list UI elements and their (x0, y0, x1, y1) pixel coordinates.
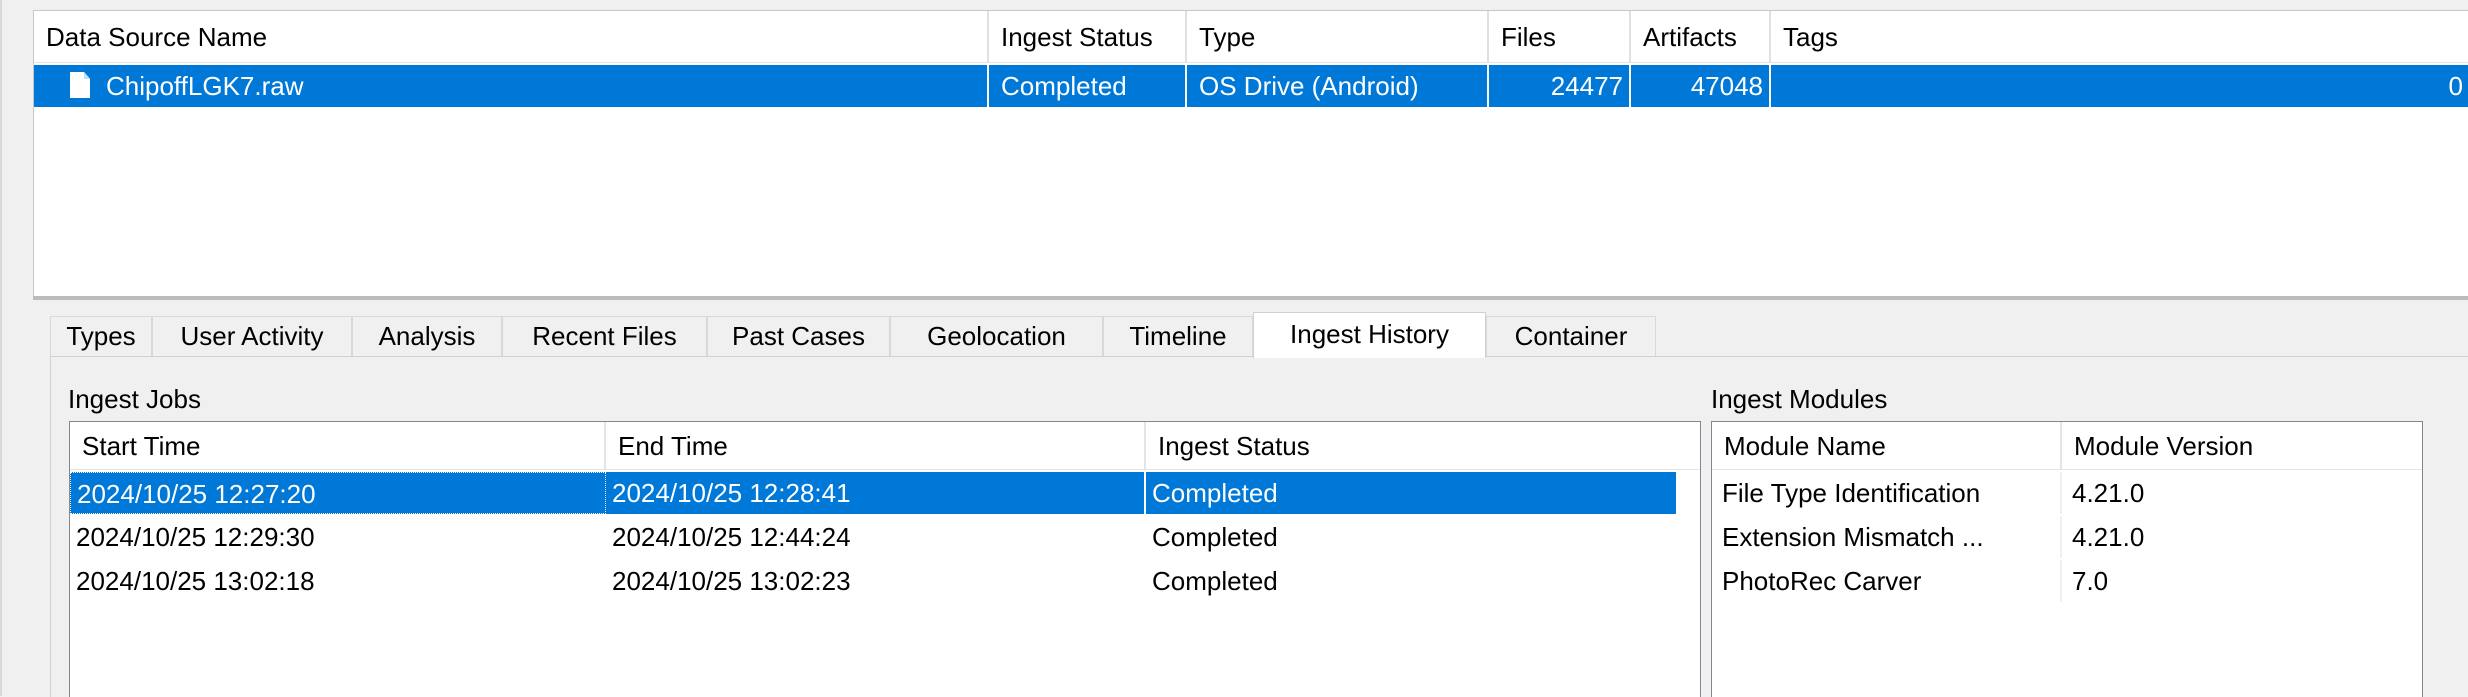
end-time-cell[interactable]: 2024/10/25 13:02:23 (606, 560, 1146, 602)
artifacts-cell[interactable]: 47048 (1631, 65, 1771, 107)
tab-past-cases[interactable]: Past Cases (707, 316, 890, 356)
ingest-jobs-label: Ingest Jobs (68, 384, 201, 414)
splitter[interactable] (33, 296, 2468, 300)
column-header-data-source-name[interactable]: Data Source Name (34, 11, 989, 63)
table-row[interactable]: 2024/10/25 13:02:18 2024/10/25 13:02:23 … (70, 560, 1700, 602)
module-name-cell[interactable]: File Type Identification (1712, 472, 2062, 514)
ingest-jobs-header: Start Time End Time Ingest Status (70, 422, 1700, 470)
column-header-end-time[interactable]: End Time (606, 422, 1146, 470)
column-header-files[interactable]: Files (1489, 11, 1631, 63)
column-header-module-version[interactable]: Module Version (2062, 422, 2422, 470)
tab-analysis[interactable]: Analysis (352, 316, 502, 356)
ingest-modules-header: Module Name Module Version (1712, 422, 2422, 470)
ingest-modules-label: Ingest Modules (1711, 384, 1888, 414)
data-source-table[interactable]: Data Source Name Ingest Status Type File… (33, 10, 2468, 297)
module-version-cell[interactable]: 4.21.0 (2062, 472, 2402, 514)
module-name-cell[interactable]: PhotoRec Carver (1712, 560, 2062, 602)
start-time-cell[interactable]: 2024/10/25 12:27:20 (70, 472, 606, 514)
column-header-module-name[interactable]: Module Name (1712, 422, 2062, 470)
end-time-cell[interactable]: 2024/10/25 12:28:41 (606, 472, 1146, 514)
ingest-jobs-table[interactable]: Start Time End Time Ingest Status 2024/1… (69, 421, 1701, 697)
column-header-ingest-status[interactable]: Ingest Status (1146, 422, 1700, 470)
column-header-artifacts[interactable]: Artifacts (1631, 11, 1771, 63)
table-row[interactable]: ChipoffLGK7.raw Completed OS Drive (Andr… (34, 65, 2468, 107)
files-cell[interactable]: 24477 (1489, 65, 1631, 107)
column-header-tags[interactable]: Tags (1771, 11, 2468, 63)
start-time-cell[interactable]: 2024/10/25 12:29:30 (70, 516, 606, 558)
table-row[interactable]: PhotoRec Carver 7.0 (1712, 560, 2422, 602)
column-header-type[interactable]: Type (1187, 11, 1489, 63)
data-source-name: ChipoffLGK7.raw (106, 71, 304, 101)
ingest-status-cell[interactable]: Completed (1146, 560, 1676, 602)
tab-timeline[interactable]: Timeline (1103, 316, 1253, 356)
column-header-ingest-status[interactable]: Ingest Status (989, 11, 1187, 63)
table-row[interactable]: 2024/10/25 12:27:20 2024/10/25 12:28:41 … (70, 472, 1700, 514)
tab-container[interactable]: Container (1486, 316, 1656, 356)
tab-recent-files[interactable]: Recent Files (502, 316, 707, 356)
tab-ingest-history[interactable]: Ingest History (1253, 312, 1486, 358)
ingest-history-panel: Ingest Jobs Start Time End Time Ingest S… (50, 356, 2468, 697)
module-name-cell[interactable]: Extension Mismatch ... (1712, 516, 2062, 558)
start-time-cell[interactable]: 2024/10/25 13:02:18 (70, 560, 606, 602)
tab-user-activity[interactable]: User Activity (152, 316, 352, 356)
ingest-status-cell[interactable]: Completed (1146, 472, 1676, 514)
column-header-start-time[interactable]: Start Time (70, 422, 606, 470)
table-row[interactable]: 2024/10/25 12:29:30 2024/10/25 12:44:24 … (70, 516, 1700, 558)
ingest-modules-table[interactable]: Module Name Module Version File Type Ide… (1711, 421, 2423, 697)
table-row[interactable]: Extension Mismatch ... 4.21.0 (1712, 516, 2422, 558)
table-row[interactable]: File Type Identification 4.21.0 (1712, 472, 2422, 514)
type-cell[interactable]: OS Drive (Android) (1187, 65, 1489, 107)
ingest-status-cell[interactable]: Completed (989, 65, 1187, 107)
tab-geolocation[interactable]: Geolocation (890, 316, 1103, 356)
end-time-cell[interactable]: 2024/10/25 12:44:24 (606, 516, 1146, 558)
tags-cell[interactable]: 0 (1771, 65, 2468, 107)
data-source-name-cell[interactable]: ChipoffLGK7.raw (34, 65, 989, 107)
tab-types[interactable]: Types (50, 316, 152, 356)
module-version-cell[interactable]: 4.21.0 (2062, 516, 2402, 558)
data-source-table-header: Data Source Name Ingest Status Type File… (34, 11, 2468, 63)
ingest-status-cell[interactable]: Completed (1146, 516, 1676, 558)
file-icon (70, 72, 90, 98)
window-left-edge (0, 0, 2, 696)
module-version-cell[interactable]: 7.0 (2062, 560, 2402, 602)
